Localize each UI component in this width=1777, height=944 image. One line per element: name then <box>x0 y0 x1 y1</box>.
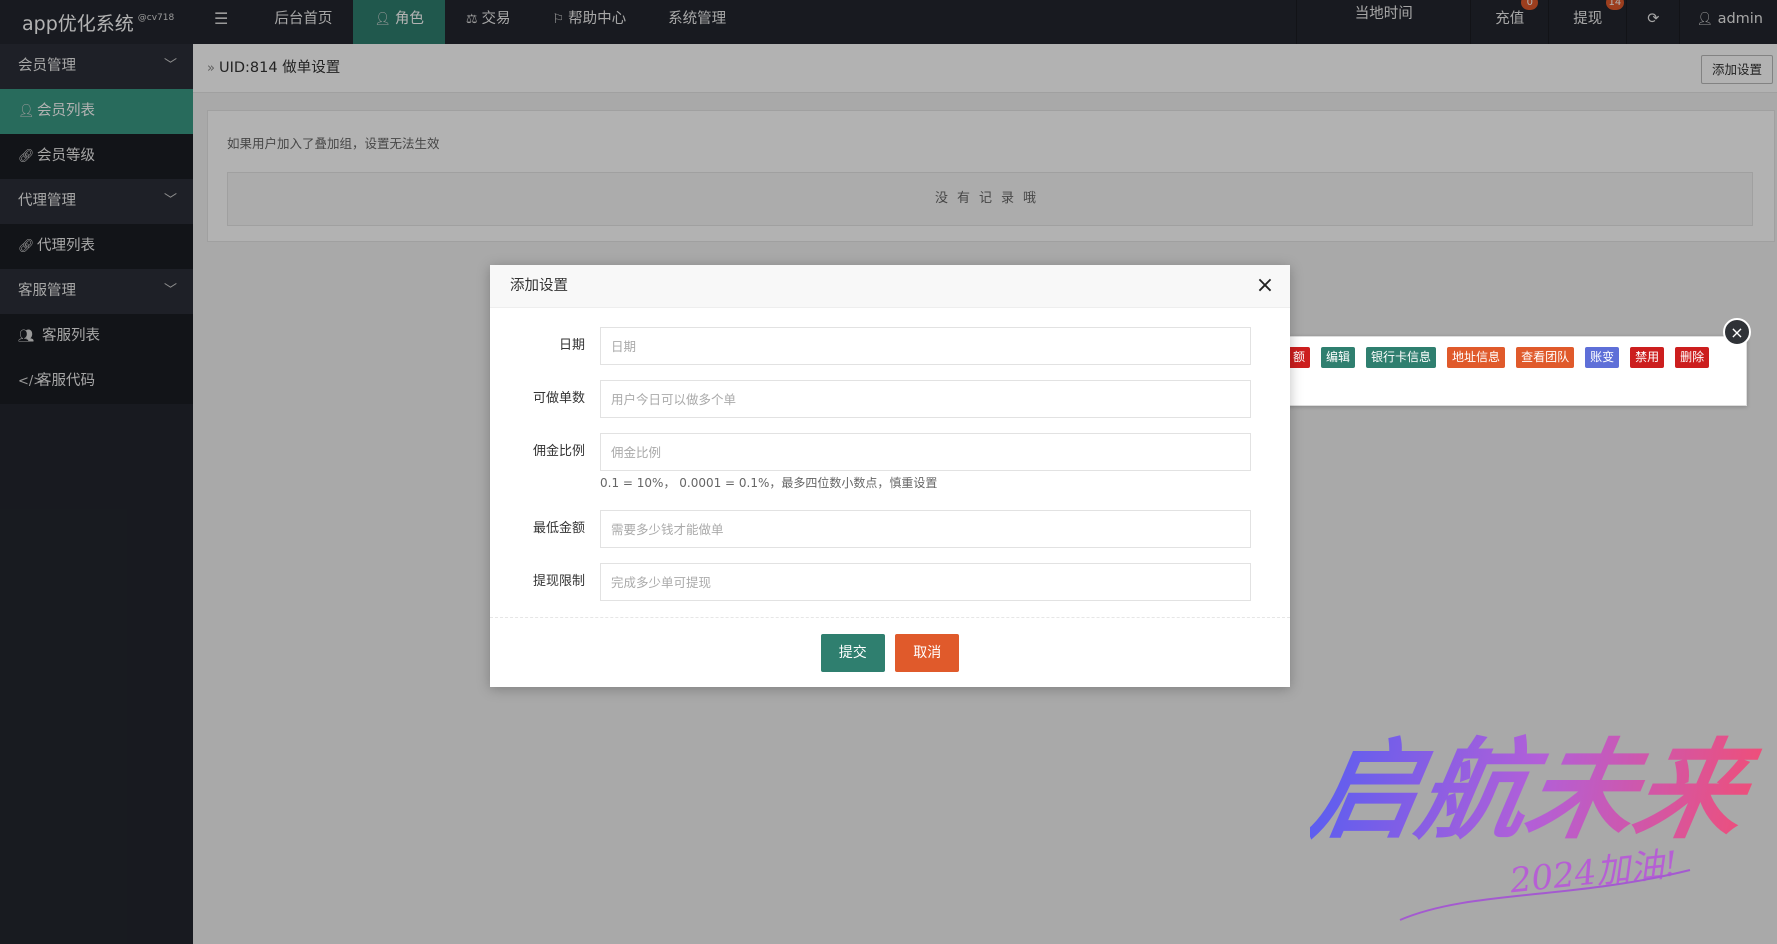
disable-button[interactable]: 禁用 <box>1630 347 1665 368</box>
commission-label: 佣金比例 <box>532 444 585 459</box>
balance-button[interactable]: 额 <box>1288 347 1311 368</box>
cancel-button[interactable]: 取消 <box>895 634 960 672</box>
edit-button[interactable]: 编辑 <box>1321 347 1356 368</box>
modal-divider <box>490 617 1290 618</box>
close-icon: × <box>1255 273 1275 298</box>
commission-help: 0.1 = 10%， 0.0001 = 0.1%，最多四位数小数点，慎重设置 <box>600 476 938 490</box>
orders-field[interactable] <box>600 380 1251 418</box>
min-amount-label: 最低金额 <box>532 521 585 536</box>
commission-field[interactable] <box>600 433 1251 471</box>
form-row-withdraw-limit: 提现限制 <box>490 563 1290 602</box>
close-icon: × <box>1730 323 1744 342</box>
min-amount-field[interactable] <box>600 510 1251 548</box>
view-team-button[interactable]: 查看团队 <box>1516 347 1575 368</box>
bank-card-button[interactable]: 银行卡信息 <box>1366 347 1437 368</box>
watermark-logo: 启航未来 2024加油! <box>1310 727 1767 921</box>
form-row-date: 日期 <box>490 327 1290 366</box>
modal-footer: 提交 取消 <box>490 634 1290 672</box>
modal-title: 添加设置 <box>490 265 1290 308</box>
form-row-orders: 可做单数 <box>490 380 1290 419</box>
action-buttons: 额 编辑 银行卡信息 地址信息 查看团队 账变 禁用 删除 <box>1288 347 1720 368</box>
date-label: 日期 <box>558 338 585 353</box>
withdraw-limit-field[interactable] <box>600 563 1251 601</box>
withdraw-limit-label: 提现限制 <box>532 574 585 589</box>
watermark-title: 启航未来 <box>1310 727 1767 854</box>
orders-label: 可做单数 <box>532 391 585 406</box>
modal-close-button[interactable]: × <box>1254 275 1276 297</box>
popup-close-button[interactable]: × <box>1723 318 1751 346</box>
add-setting-modal: 添加设置 × 日期 可做单数 佣金比例 0.1 = 10%， 0.0001 = … <box>490 265 1290 687</box>
form-row-commission: 佣金比例 <box>490 433 1290 472</box>
date-field[interactable] <box>600 327 1251 365</box>
delete-button[interactable]: 删除 <box>1675 347 1710 368</box>
account-change-button[interactable]: 账变 <box>1585 347 1620 368</box>
submit-button[interactable]: 提交 <box>820 634 885 672</box>
form-row-min-amount: 最低金额 <box>490 510 1290 549</box>
address-button[interactable]: 地址信息 <box>1447 347 1506 368</box>
